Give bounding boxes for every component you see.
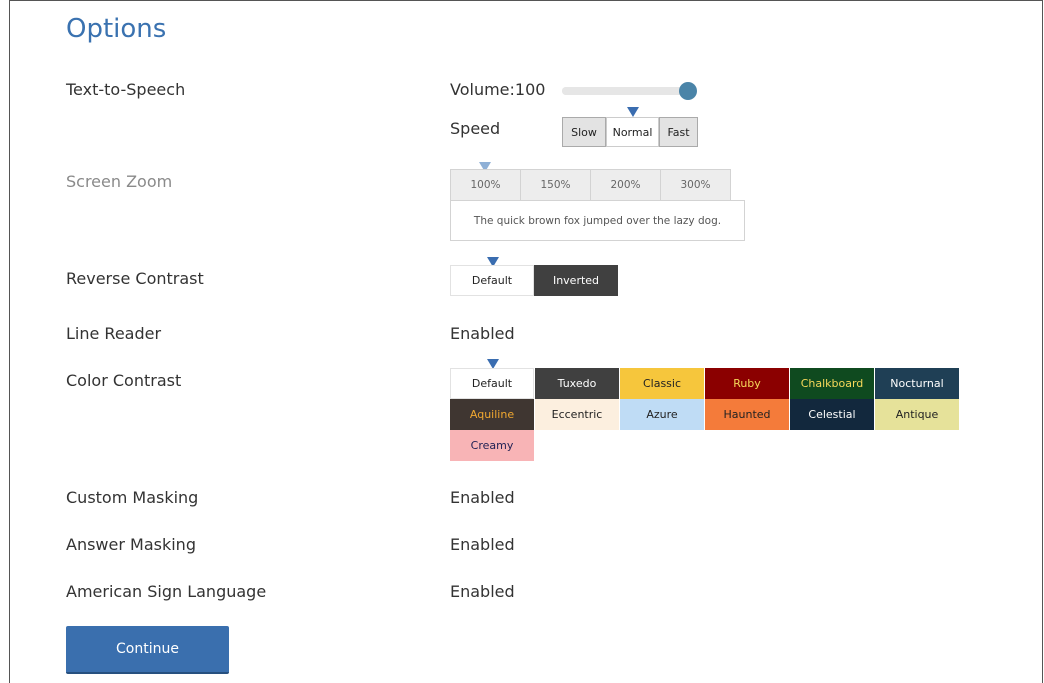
color-scheme-classic[interactable]: Classic	[620, 368, 704, 399]
volume-label: Volume:	[450, 80, 515, 99]
speed-label: Speed	[450, 119, 501, 138]
zoom-selector: 100% 150% 200% 300%	[450, 169, 731, 201]
speed-selector: Slow Normal Fast	[562, 117, 698, 147]
color-scheme-azure[interactable]: Azure	[620, 399, 704, 430]
color-scheme-ruby[interactable]: Ruby	[705, 368, 789, 399]
asl-value[interactable]: Enabled	[450, 582, 515, 601]
speed-selected-marker-icon	[627, 107, 639, 117]
reverse-contrast-default[interactable]: Default	[450, 265, 534, 296]
volume-slider[interactable]	[562, 82, 697, 100]
zoom-option-150[interactable]: 150%	[520, 169, 591, 201]
options-panel	[9, 0, 1043, 683]
volume-slider-fill	[562, 87, 688, 95]
zoom-option-100[interactable]: 100%	[450, 169, 521, 201]
color-scheme-creamy[interactable]: Creamy	[450, 430, 534, 461]
answer-masking-value[interactable]: Enabled	[450, 535, 515, 554]
line-reader-value[interactable]: Enabled	[450, 324, 515, 343]
color-scheme-eccentric[interactable]: Eccentric	[535, 399, 619, 430]
color-scheme-nocturnal[interactable]: Nocturnal	[875, 368, 959, 399]
reverse-contrast-label: Reverse Contrast	[66, 269, 204, 288]
color-scheme-default[interactable]: Default	[450, 368, 534, 399]
color-scheme-haunted[interactable]: Haunted	[705, 399, 789, 430]
color-scheme-antique[interactable]: Antique	[875, 399, 959, 430]
color-scheme-chalkboard[interactable]: Chalkboard	[790, 368, 874, 399]
color-scheme-tuxedo[interactable]: Tuxedo	[535, 368, 619, 399]
reverse-contrast-inverted[interactable]: Inverted	[534, 265, 618, 296]
line-reader-label: Line Reader	[66, 324, 162, 343]
tts-label: Text-to-Speech	[66, 80, 186, 99]
screen-zoom-label: Screen Zoom	[66, 172, 173, 191]
volume-slider-handle[interactable]	[679, 82, 697, 100]
answer-masking-label: Answer Masking	[66, 535, 196, 554]
custom-masking-value[interactable]: Enabled	[450, 488, 515, 507]
speed-option-fast[interactable]: Fast	[659, 117, 698, 147]
color-scheme-aquiline[interactable]: Aquiline	[450, 399, 534, 430]
zoom-preview-text: The quick brown fox jumped over the lazy…	[450, 200, 745, 241]
color-scheme-celestial[interactable]: Celestial	[790, 399, 874, 430]
volume-value: 100	[514, 80, 546, 99]
custom-masking-label: Custom Masking	[66, 488, 199, 507]
zoom-option-200[interactable]: 200%	[590, 169, 661, 201]
volume-readout: Volume:100	[450, 80, 545, 99]
speed-option-slow[interactable]: Slow	[562, 117, 606, 147]
speed-option-normal[interactable]: Normal	[606, 117, 659, 147]
continue-button[interactable]: Continue	[66, 626, 229, 674]
zoom-option-300[interactable]: 300%	[660, 169, 731, 201]
color-contrast-label: Color Contrast	[66, 371, 182, 390]
reverse-contrast-selector: Default Inverted	[450, 265, 618, 296]
page-title: Options	[66, 14, 167, 44]
asl-label: American Sign Language	[66, 582, 267, 601]
